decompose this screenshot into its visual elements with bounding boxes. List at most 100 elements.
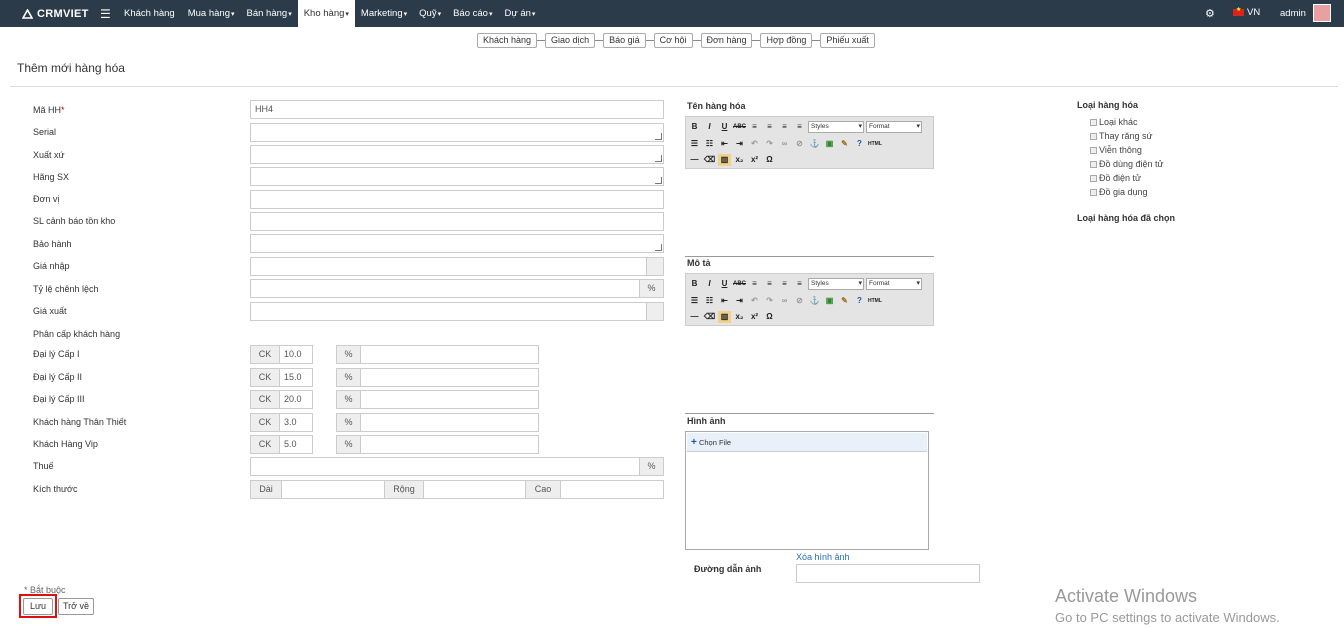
resize-handle-icon[interactable] <box>655 133 662 140</box>
checkbox-icon[interactable] <box>1090 161 1097 168</box>
margin-input[interactable] <box>250 279 640 298</box>
visual-aid-icon[interactable]: ▥ <box>718 310 731 323</box>
import-price-input[interactable] <box>250 257 647 276</box>
strikethrough-icon[interactable]: ABC <box>733 121 746 133</box>
number-list-icon[interactable]: ☷ <box>703 138 716 150</box>
discount-input[interactable]: 10.0 <box>279 345 313 364</box>
delete-image-link[interactable]: Xóa hình ảnh <box>796 552 850 562</box>
width-input[interactable] <box>423 480 526 499</box>
outdent-icon[interactable]: ⇤ <box>718 295 731 307</box>
category-item[interactable]: Đồ điện tử <box>1090 173 1141 183</box>
format-select[interactable]: Format <box>866 120 922 133</box>
special-char-icon[interactable]: Ω <box>763 154 776 166</box>
discount-input[interactable]: 3.0 <box>279 413 313 432</box>
subtab-1[interactable]: Giao dịch <box>545 33 596 48</box>
html-icon[interactable]: HTML <box>868 138 882 150</box>
superscript-icon[interactable]: x² <box>748 154 761 166</box>
tier-price-input[interactable] <box>360 413 539 432</box>
discount-input[interactable]: 5.0 <box>279 435 313 454</box>
bold-icon[interactable]: B <box>688 121 701 133</box>
remove-format-icon[interactable]: ⌫ <box>703 154 716 166</box>
align-left-icon[interactable]: ≡ <box>748 278 761 290</box>
cleanup-icon[interactable]: ✎ <box>838 138 851 150</box>
superscript-icon[interactable]: x² <box>748 311 761 323</box>
resize-handle-icon[interactable] <box>655 177 662 184</box>
checkbox-icon[interactable] <box>1090 119 1097 126</box>
description-editor[interactable]: B I U ABC ≡ ≡ ≡ ≡ Styles Format ☰ ☷ ⇤ ⇥ … <box>685 273 934 326</box>
link-icon[interactable]: ∞ <box>778 295 791 307</box>
checkbox-icon[interactable] <box>1090 133 1097 140</box>
bullet-list-icon[interactable]: ☰ <box>688 295 701 307</box>
stock-warning-input[interactable] <box>250 212 664 231</box>
vietnam-flag-icon[interactable] <box>1233 6 1244 16</box>
subtab-0[interactable]: Khách hàng <box>477 33 538 48</box>
horizontal-rule-icon[interactable]: — <box>688 154 701 166</box>
justify-icon[interactable]: ≡ <box>793 278 806 290</box>
bold-icon[interactable]: B <box>688 278 701 290</box>
subtab-4[interactable]: Đơn hàng <box>700 33 753 48</box>
category-item[interactable]: Loại khác <box>1090 117 1138 127</box>
tier-price-input[interactable] <box>360 390 539 409</box>
help-icon[interactable]: ? <box>853 138 866 150</box>
unit-input[interactable] <box>250 190 664 209</box>
image-icon[interactable]: ▣ <box>823 295 836 307</box>
menu-hamburger-icon[interactable]: ☰ <box>100 7 111 21</box>
category-item[interactable]: Đồ dùng điện tử <box>1090 159 1164 169</box>
back-button[interactable]: Trở về <box>58 598 94 615</box>
tier-price-input[interactable] <box>360 368 539 387</box>
html-icon[interactable]: HTML <box>868 295 882 307</box>
underline-icon[interactable]: U <box>718 278 731 290</box>
avatar[interactable] <box>1313 4 1331 22</box>
nav-item-2[interactable]: Bán hàng▾ <box>241 0 298 27</box>
nav-item-4[interactable]: Marketing▾ <box>355 0 413 27</box>
anchor-icon[interactable]: ⚓ <box>808 138 821 150</box>
origin-textarea[interactable] <box>250 145 664 164</box>
align-center-icon[interactable]: ≡ <box>763 121 776 133</box>
serial-textarea[interactable] <box>250 123 664 142</box>
number-list-icon[interactable]: ☷ <box>703 295 716 307</box>
visual-aid-icon[interactable]: ▥ <box>718 153 731 166</box>
user-name[interactable]: admin <box>1280 8 1306 19</box>
underline-icon[interactable]: U <box>718 121 731 133</box>
redo-icon[interactable]: ↷ <box>763 295 776 307</box>
checkbox-icon[interactable] <box>1090 189 1097 196</box>
resize-handle-icon[interactable] <box>655 244 662 251</box>
product-name-editor[interactable]: B I U ABC ≡ ≡ ≡ ≡ Styles Format ☰ ☷ ⇤ ⇥ … <box>685 116 934 169</box>
justify-icon[interactable]: ≡ <box>793 121 806 133</box>
help-icon[interactable]: ? <box>853 295 866 307</box>
align-right-icon[interactable]: ≡ <box>778 121 791 133</box>
tier-price-input[interactable] <box>360 435 539 454</box>
category-item[interactable]: Viễn thông <box>1090 145 1142 155</box>
horizontal-rule-icon[interactable]: — <box>688 311 701 323</box>
indent-icon[interactable]: ⇥ <box>733 138 746 150</box>
language-selector[interactable]: VN <box>1247 7 1260 18</box>
unlink-icon[interactable]: ⊘ <box>793 295 806 307</box>
gear-icon[interactable]: ⚙ <box>1205 7 1215 20</box>
tier-price-input[interactable] <box>360 345 539 364</box>
tax-input[interactable] <box>250 457 640 476</box>
image-upload-area[interactable]: + Chọn File <box>685 431 929 550</box>
strikethrough-icon[interactable]: ABC <box>733 278 746 290</box>
link-icon[interactable]: ∞ <box>778 138 791 150</box>
align-center-icon[interactable]: ≡ <box>763 278 776 290</box>
choose-file-button[interactable]: + Chọn File <box>687 433 927 452</box>
align-right-icon[interactable]: ≡ <box>778 278 791 290</box>
format-select[interactable]: Format <box>866 277 922 290</box>
undo-icon[interactable]: ↶ <box>748 138 761 150</box>
subtab-3[interactable]: Cơ hội <box>653 33 693 48</box>
nav-item-1[interactable]: Mua hàng▾ <box>182 0 241 27</box>
redo-icon[interactable]: ↷ <box>763 138 776 150</box>
nav-item-6[interactable]: Báo cáo▾ <box>447 0 498 27</box>
crmviet-logo[interactable]: CRMVIET <box>22 8 89 20</box>
cleanup-icon[interactable]: ✎ <box>838 295 851 307</box>
subtab-5[interactable]: Hợp đồng <box>760 33 813 48</box>
anchor-icon[interactable]: ⚓ <box>808 295 821 307</box>
height-input[interactable] <box>560 480 664 499</box>
bullet-list-icon[interactable]: ☰ <box>688 138 701 150</box>
manufacturer-textarea[interactable] <box>250 167 664 186</box>
checkbox-icon[interactable] <box>1090 175 1097 182</box>
indent-icon[interactable]: ⇥ <box>733 295 746 307</box>
checkbox-icon[interactable] <box>1090 147 1097 154</box>
subtab-2[interactable]: Báo giá <box>603 33 646 48</box>
align-left-icon[interactable]: ≡ <box>748 121 761 133</box>
